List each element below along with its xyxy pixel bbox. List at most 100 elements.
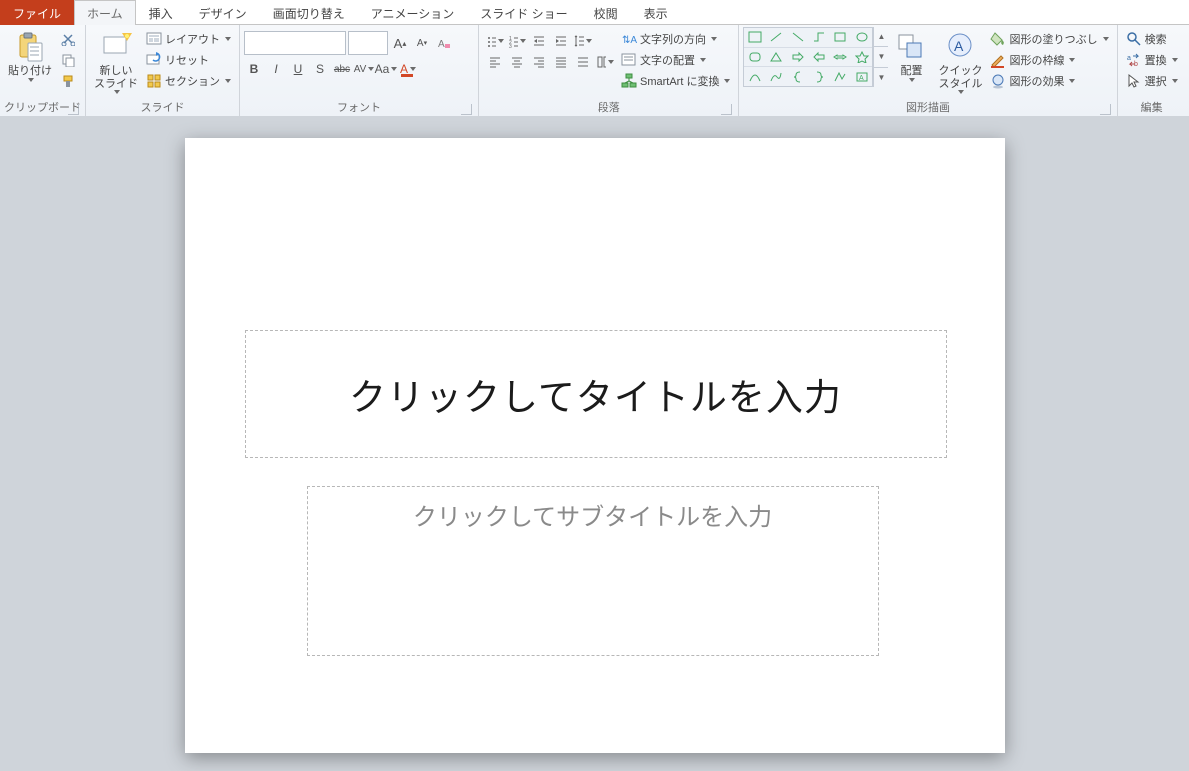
shape-connector-icon[interactable] bbox=[808, 28, 829, 47]
align-text-button[interactable]: 文字の配置 bbox=[619, 50, 732, 70]
find-button[interactable]: 検索 bbox=[1124, 29, 1180, 49]
columns-button[interactable] bbox=[595, 52, 615, 72]
section-button[interactable]: セクション bbox=[144, 71, 233, 91]
paste-button[interactable]: 貼り付け bbox=[4, 27, 56, 84]
shape-rbrace-icon[interactable] bbox=[808, 67, 829, 86]
group-clipboard: 貼り付け クリップボード bbox=[0, 25, 86, 117]
shadow-button[interactable]: S bbox=[310, 59, 330, 79]
chevron-down-icon bbox=[909, 78, 915, 82]
distributed-button[interactable] bbox=[573, 52, 593, 72]
reset-button[interactable]: リセット bbox=[144, 50, 233, 70]
shape-arrow-lr-icon[interactable] bbox=[830, 48, 851, 67]
grow-font-button[interactable]: A▴ bbox=[390, 33, 410, 53]
shape-line-icon[interactable] bbox=[766, 28, 787, 47]
char-spacing-button[interactable]: AV bbox=[354, 59, 374, 79]
shape-outline-icon bbox=[990, 52, 1006, 68]
line-spacing-button[interactable] bbox=[573, 31, 593, 51]
cut-button[interactable] bbox=[58, 29, 78, 49]
layout-button[interactable]: レイアウト bbox=[144, 29, 233, 49]
svg-text:3: 3 bbox=[509, 44, 512, 48]
strikethrough-button[interactable]: abc bbox=[332, 59, 352, 79]
chevron-down-icon bbox=[1069, 79, 1075, 83]
font-color-button[interactable]: A bbox=[398, 59, 418, 79]
shape-arrow-l-icon[interactable] bbox=[808, 48, 829, 67]
shapes-gallery[interactable]: A bbox=[743, 27, 873, 87]
format-painter-button[interactable] bbox=[58, 71, 78, 91]
tab-review[interactable]: 校閲 bbox=[581, 0, 631, 25]
reset-icon bbox=[146, 52, 162, 68]
shape-line2-icon[interactable] bbox=[787, 28, 808, 47]
change-case-button[interactable]: Aa bbox=[376, 59, 396, 79]
drawing-dialog-launcher-icon[interactable] bbox=[1100, 104, 1111, 115]
shape-arrow-r-icon[interactable] bbox=[787, 48, 808, 67]
font-size-combobox[interactable] bbox=[348, 31, 388, 55]
tab-transitions[interactable]: 画面切り替え bbox=[260, 0, 358, 25]
shape-freeform-icon[interactable] bbox=[830, 67, 851, 86]
increase-indent-button[interactable] bbox=[551, 31, 571, 51]
shape-roundrect-icon[interactable] bbox=[744, 48, 765, 67]
clear-formatting-button[interactable]: A bbox=[434, 33, 454, 53]
chevron-down-icon bbox=[368, 67, 374, 71]
shape-outline-button[interactable]: 図形の枠線 bbox=[988, 50, 1110, 70]
shape-arc-icon[interactable] bbox=[744, 67, 765, 86]
tab-design[interactable]: デザイン bbox=[186, 0, 260, 25]
underline-button[interactable]: U bbox=[288, 59, 308, 79]
select-button[interactable]: 選択 bbox=[1124, 71, 1180, 91]
font-dialog-launcher-icon[interactable] bbox=[461, 104, 472, 115]
shape-oval-icon[interactable] bbox=[851, 28, 872, 47]
select-label: 選択 bbox=[1145, 73, 1167, 89]
tab-animations[interactable]: アニメーション bbox=[358, 0, 468, 25]
shape-textbox-icon[interactable]: A bbox=[851, 67, 872, 86]
gallery-expand-icon[interactable]: ▼ bbox=[874, 68, 888, 87]
align-text-label: 文字の配置 bbox=[640, 52, 695, 68]
layout-label: レイアウト bbox=[165, 31, 220, 47]
tab-slideshow[interactable]: スライド ショー bbox=[467, 0, 580, 25]
scroll-down-icon[interactable]: ▼ bbox=[874, 47, 888, 67]
tab-file[interactable]: ファイル bbox=[0, 0, 74, 25]
shape-star-icon[interactable] bbox=[851, 48, 872, 67]
shape-rect2-icon[interactable] bbox=[830, 28, 851, 47]
text-direction-button[interactable]: ⇅A 文字列の方向 bbox=[619, 29, 732, 49]
paragraph-dialog-launcher-icon[interactable] bbox=[721, 104, 732, 115]
tab-view[interactable]: 表示 bbox=[631, 0, 681, 25]
bullets-button[interactable] bbox=[485, 31, 505, 51]
chevron-down-icon bbox=[1069, 58, 1075, 62]
arrange-button[interactable]: 配置 bbox=[888, 27, 934, 84]
decrease-indent-button[interactable] bbox=[529, 31, 549, 51]
align-left-button[interactable] bbox=[485, 52, 505, 72]
new-slide-label: 新しい スライド bbox=[94, 65, 138, 90]
align-right-button[interactable] bbox=[529, 52, 549, 72]
italic-button[interactable]: I bbox=[266, 59, 286, 79]
scroll-up-icon[interactable]: ▲ bbox=[874, 27, 888, 47]
group-paragraph: 123 ⇅A 文字列の方向 bbox=[479, 25, 739, 117]
title-placeholder[interactable]: クリックしてタイトルを入力 bbox=[245, 330, 947, 458]
tab-insert[interactable]: 挿入 bbox=[136, 0, 186, 25]
numbering-button[interactable]: 123 bbox=[507, 31, 527, 51]
shape-lbrace-icon[interactable] bbox=[787, 67, 808, 86]
new-slide-button[interactable]: 新しい スライド bbox=[90, 27, 142, 96]
chevron-down-icon bbox=[498, 39, 504, 43]
shape-triangle-icon[interactable] bbox=[766, 48, 787, 67]
replace-button[interactable]: ab 置換 bbox=[1124, 50, 1180, 70]
justify-button[interactable] bbox=[551, 52, 571, 72]
bold-button[interactable]: B bbox=[244, 59, 264, 79]
shapes-gallery-scroll[interactable]: ▲ ▼ ▼ bbox=[873, 27, 888, 87]
shrink-font-button[interactable]: A▾ bbox=[412, 33, 432, 53]
chevron-down-icon bbox=[1172, 79, 1178, 83]
quick-styles-button[interactable]: A クイック スタイル bbox=[934, 27, 986, 96]
convert-smartart-button[interactable]: SmartArt に変換 bbox=[619, 71, 732, 91]
shape-curve-icon[interactable] bbox=[766, 67, 787, 86]
shape-effects-button[interactable]: 図形の効果 bbox=[988, 71, 1110, 91]
slide-canvas[interactable]: クリックしてタイトルを入力 クリックしてサブタイトルを入力 bbox=[185, 138, 1005, 753]
shape-fill-button[interactable]: 図形の塗りつぶし bbox=[988, 29, 1110, 49]
font-family-combobox[interactable] bbox=[244, 31, 346, 55]
align-center-button[interactable] bbox=[507, 52, 527, 72]
subtitle-placeholder[interactable]: クリックしてサブタイトルを入力 bbox=[307, 486, 879, 656]
tab-home[interactable]: ホーム bbox=[74, 0, 136, 25]
chevron-down-icon bbox=[114, 90, 120, 94]
shape-rect-icon[interactable] bbox=[744, 28, 765, 47]
shape-effects-label: 図形の効果 bbox=[1009, 73, 1064, 89]
copy-button[interactable] bbox=[58, 50, 78, 70]
clipboard-dialog-launcher-icon[interactable] bbox=[68, 104, 79, 115]
new-slide-icon bbox=[100, 31, 132, 63]
